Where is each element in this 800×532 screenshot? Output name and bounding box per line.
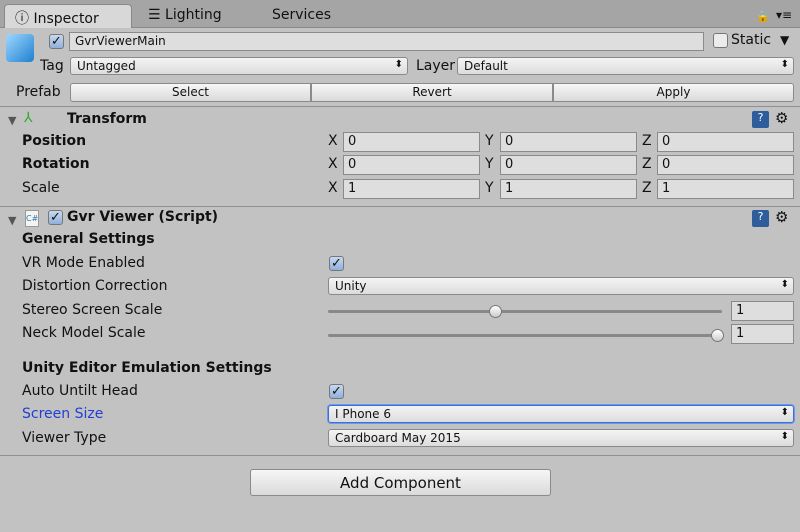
tag-label: Tag bbox=[40, 58, 64, 74]
csharp-script-icon: C# bbox=[25, 210, 39, 227]
sliders-icon: ☰ bbox=[148, 7, 166, 23]
menu-icon[interactable]: ▾≡ bbox=[776, 8, 792, 22]
axis-z-label: Z bbox=[642, 156, 652, 172]
vr-mode-label: VR Mode Enabled bbox=[22, 255, 145, 271]
gear-icon[interactable]: ⚙ bbox=[775, 109, 788, 127]
scale-y-input[interactable]: 1 bbox=[500, 179, 637, 199]
tab-lighting[interactable]: ☰ Lighting bbox=[138, 4, 232, 28]
screen-size-label: Screen Size bbox=[22, 406, 104, 422]
neck-scale-slider[interactable] bbox=[328, 334, 722, 337]
neck-scale-slider-thumb[interactable] bbox=[711, 329, 724, 342]
axis-y-label: Y bbox=[485, 133, 494, 149]
active-checkbox[interactable]: ✓ bbox=[49, 34, 64, 49]
tab-inspector[interactable]: ⓘ Inspector bbox=[4, 4, 132, 28]
transform-rotation-label: Rotation bbox=[22, 156, 90, 172]
script-enabled-checkbox[interactable]: ✓ bbox=[48, 210, 63, 225]
help-book-icon[interactable]: ? bbox=[752, 111, 769, 128]
scale-z-input[interactable]: 1 bbox=[657, 179, 794, 199]
auto-untilt-label: Auto Untilt Head bbox=[22, 383, 138, 399]
transform-scale-label: Scale bbox=[22, 180, 60, 196]
transform-title: Transform bbox=[67, 111, 147, 127]
viewer-type-label: Viewer Type bbox=[22, 430, 107, 446]
viewer-type-dropdown[interactable]: Cardboard May 2015 bbox=[328, 429, 794, 447]
rotation-y-input[interactable]: 0 bbox=[500, 155, 637, 175]
general-settings-heading: General Settings bbox=[22, 231, 155, 247]
position-z-input[interactable]: 0 bbox=[657, 132, 794, 152]
position-y-input[interactable]: 0 bbox=[500, 132, 637, 152]
foldout-triangle-icon[interactable]: ▼ bbox=[8, 214, 16, 227]
screen-size-dropdown[interactable]: I Phone 6 bbox=[328, 405, 794, 423]
static-dropdown-icon[interactable]: ▼ bbox=[780, 33, 789, 47]
axis-y-label: Y bbox=[485, 156, 494, 172]
gear-icon[interactable]: ⚙ bbox=[775, 208, 788, 226]
transform-axes-icon: ⅄ bbox=[24, 110, 33, 126]
layer-label: Layer bbox=[416, 58, 456, 74]
axis-y-label: Y bbox=[485, 180, 494, 196]
foldout-triangle-icon[interactable]: ▼ bbox=[8, 114, 16, 127]
static-checkbox[interactable] bbox=[713, 33, 728, 48]
vr-mode-checkbox[interactable]: ✓ bbox=[329, 256, 344, 271]
prefab-revert-button[interactable]: Revert bbox=[311, 83, 553, 102]
script-title: Gvr Viewer (Script) bbox=[67, 209, 219, 225]
prefab-label: Prefab bbox=[16, 84, 61, 100]
stereo-scale-label: Stereo Screen Scale bbox=[22, 302, 163, 318]
info-icon: ⓘ bbox=[15, 11, 34, 27]
transform-position-label: Position bbox=[22, 133, 87, 149]
emulation-heading: Unity Editor Emulation Settings bbox=[22, 360, 272, 376]
axis-x-label: X bbox=[328, 133, 338, 149]
stereo-scale-slider-thumb[interactable] bbox=[489, 305, 503, 318]
static-label: Static bbox=[731, 32, 772, 48]
add-component-button[interactable]: Add Component bbox=[250, 469, 551, 496]
layer-dropdown[interactable]: Default bbox=[457, 57, 794, 75]
auto-untilt-checkbox[interactable]: ✓ bbox=[329, 384, 344, 399]
object-name-input[interactable]: GvrViewerMain bbox=[69, 32, 704, 51]
axis-z-label: Z bbox=[642, 133, 652, 149]
scale-x-input[interactable]: 1 bbox=[343, 179, 480, 199]
distortion-label: Distortion Correction bbox=[22, 278, 168, 294]
distortion-dropdown[interactable]: Unity bbox=[328, 277, 794, 295]
prefab-select-button[interactable]: Select bbox=[70, 83, 311, 102]
axis-x-label: X bbox=[328, 180, 338, 196]
axis-z-label: Z bbox=[642, 180, 652, 196]
divider bbox=[0, 455, 800, 456]
stereo-scale-slider[interactable] bbox=[328, 310, 722, 313]
tag-dropdown[interactable]: Untagged bbox=[70, 57, 408, 75]
rotation-z-input[interactable]: 0 bbox=[657, 155, 794, 175]
position-x-input[interactable]: 0 bbox=[343, 132, 480, 152]
help-book-icon[interactable]: ? bbox=[752, 210, 769, 227]
neck-scale-input[interactable]: 1 bbox=[731, 324, 794, 344]
stereo-scale-input[interactable]: 1 bbox=[731, 301, 794, 321]
tab-services[interactable]: Services bbox=[262, 4, 341, 28]
axis-x-label: X bbox=[328, 156, 338, 172]
gameobject-cube-icon[interactable] bbox=[6, 34, 34, 62]
rotation-x-input[interactable]: 0 bbox=[343, 155, 480, 175]
neck-scale-label: Neck Model Scale bbox=[22, 325, 146, 341]
prefab-apply-button[interactable]: Apply bbox=[553, 83, 794, 102]
lock-icon[interactable]: 🔒 bbox=[756, 10, 770, 23]
